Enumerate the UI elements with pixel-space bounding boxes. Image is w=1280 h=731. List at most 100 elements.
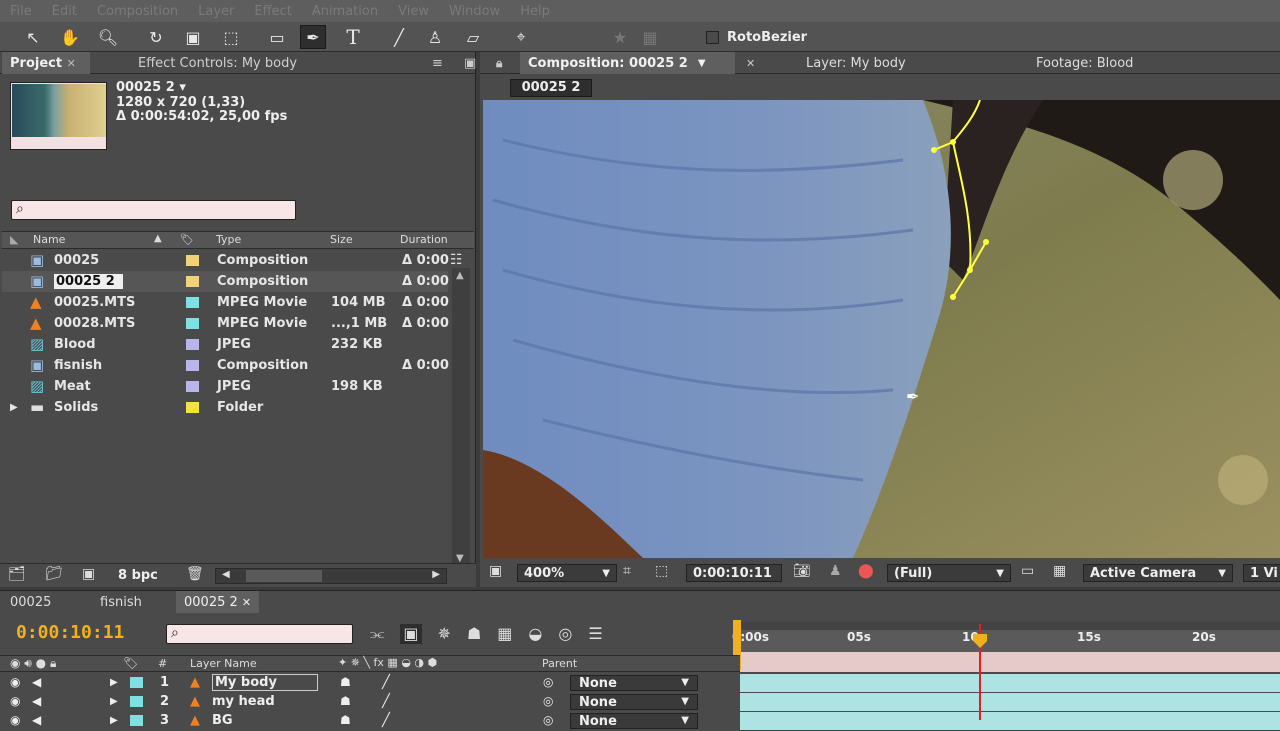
layer-row[interactable]: ◉ ◀ ▶ 2 ▲ my head ☗ ╱ ◎ None ▼ (0, 693, 740, 712)
region-of-interest-icon[interactable]: ▭ (1021, 563, 1034, 579)
scroll-up-icon[interactable]: ▲ (456, 270, 464, 281)
shy-switch-icon[interactable]: ☗ (340, 713, 351, 727)
layer-name[interactable]: BG (212, 713, 233, 728)
pick-whip-icon[interactable]: ◎ (543, 713, 553, 727)
rotobezier-checkbox[interactable] (706, 31, 719, 44)
visibility-eye-icon[interactable]: ◉ (10, 713, 20, 727)
tab-layer[interactable]: Layer: My body (798, 52, 914, 74)
layer-duration-bar[interactable] (740, 674, 1280, 692)
pan-behind-tool-icon[interactable]: ⬚ (218, 25, 244, 49)
close-icon[interactable]: ✕ (67, 57, 76, 70)
graph-editor-icon[interactable]: ☰ (588, 624, 602, 644)
label-swatch[interactable] (186, 360, 199, 371)
layer-name[interactable]: my head (212, 694, 275, 709)
project-item-row[interactable]: ▲ 00028.MTS MPEG Movie ...,1 MB Δ 0:00 (2, 313, 449, 334)
work-area-bar[interactable] (740, 652, 1280, 672)
menu-window[interactable]: Window (449, 4, 500, 19)
flowchart-icon[interactable]: ☷ (450, 252, 463, 268)
project-item-row[interactable]: ▲ 00025.MTS MPEG Movie 104 MB Δ 0:00 (2, 292, 449, 313)
type-tool-icon[interactable]: T (340, 25, 366, 49)
visibility-eye-icon[interactable]: ◉ (10, 675, 20, 689)
resolution-dropdown[interactable]: (Full) ▼ (887, 564, 1011, 582)
label-swatch[interactable] (186, 381, 199, 392)
layer-duration-bar[interactable] (740, 712, 1280, 730)
column-layer-name[interactable]: Layer Name (190, 657, 257, 670)
expand-arrow-icon[interactable]: ▶ (110, 677, 118, 688)
chevron-down-icon[interactable]: ▼ (681, 715, 689, 726)
column-parent[interactable]: Parent (542, 657, 577, 670)
scroll-right-icon[interactable]: ▶ (432, 569, 440, 580)
column-name[interactable]: Name (33, 233, 65, 246)
audio-speaker-icon[interactable]: ◀ (32, 675, 41, 689)
parent-dropdown[interactable]: None ▼ (570, 675, 698, 691)
comp-mini-flowchart-icon[interactable]: ⫘ (370, 624, 384, 644)
label-swatch[interactable] (186, 402, 199, 413)
chevron-down-icon[interactable]: ▼ (1218, 568, 1226, 579)
chevron-down-icon[interactable]: ▼ (681, 677, 689, 688)
selected-item-name[interactable]: 00025 2 ▾ (116, 80, 186, 95)
expand-arrow-icon[interactable]: ▶ (110, 715, 118, 726)
new-composition-icon[interactable]: ▣ (82, 566, 95, 582)
lock-icon[interactable]: 🔒︎ (488, 52, 510, 74)
close-icon[interactable]: ✕ (738, 52, 763, 74)
tab-footage[interactable]: Footage: Blood (1028, 52, 1141, 74)
current-time-display[interactable]: 0:00:10:11 (686, 564, 782, 582)
magnification-dropdown[interactable]: 400% ▼ (517, 564, 617, 582)
rotobezier-option[interactable]: RotoBezier (706, 30, 807, 45)
bit-depth-button[interactable]: 8 bpc (118, 568, 158, 583)
column-duration[interactable]: Duration (400, 233, 448, 246)
clone-stamp-tool-icon[interactable]: ♙ (422, 25, 448, 49)
camera-tool-icon[interactable]: ▣ (180, 25, 206, 49)
column-type[interactable]: Type (216, 233, 241, 246)
eraser-tool-icon[interactable]: ▱ (460, 25, 486, 49)
brush-tool-icon[interactable]: ╱ (386, 25, 412, 49)
panel-menu-icon[interactable]: ≡ (424, 52, 451, 74)
audio-speaker-icon[interactable]: ◀ (32, 713, 41, 727)
sort-ascending-icon[interactable]: ▲ (154, 233, 162, 244)
chevron-down-icon[interactable]: ▼ (698, 58, 706, 69)
show-snapshot-icon[interactable]: ♟ (829, 563, 842, 579)
tab-timeline-00025[interactable]: 00025 (2, 591, 59, 613)
mask-visibility-icon[interactable]: ⬚ (655, 563, 668, 579)
tab-effect-controls[interactable]: Effect Controls: My body (130, 52, 305, 74)
channel-icon[interactable]: ⬤ (858, 563, 874, 579)
shy-layers-icon[interactable]: ☗ (467, 624, 481, 644)
pen-tool-icon[interactable]: ✒ (300, 25, 326, 49)
pick-whip-icon[interactable]: ◎ (543, 694, 553, 708)
draft-3d-icon[interactable]: ✵ (438, 624, 451, 644)
trash-icon[interactable]: 🗑︎ (186, 566, 204, 582)
project-scrollbar[interactable]: ▲ ▼ (452, 268, 470, 566)
shy-switch-icon[interactable]: ☗ (340, 694, 351, 708)
project-search-input[interactable]: ⌕ (11, 200, 296, 220)
project-item-row[interactable]: ▣ 00025 Composition Δ 0:00 (2, 250, 449, 271)
label-swatch[interactable] (186, 339, 199, 350)
tab-timeline-fisnish[interactable]: fisnish (92, 591, 150, 613)
transparency-grid-icon[interactable]: ▦ (1053, 563, 1066, 579)
label-swatch[interactable] (186, 276, 199, 287)
menu-effect[interactable]: Effect (254, 4, 291, 19)
puppet-pin-tool-icon[interactable]: ⌖ (508, 25, 534, 49)
layer-name[interactable]: My body (212, 674, 318, 691)
label-swatch[interactable] (186, 297, 199, 308)
menu-composition[interactable]: Composition (97, 4, 178, 19)
project-item-row[interactable]: ▨ Meat JPEG 198 KB (2, 376, 448, 397)
project-item-row[interactable]: ▣ fisnish Composition Δ 0:00 (2, 355, 449, 376)
hand-tool-icon[interactable]: ✋ (57, 25, 83, 49)
scroll-thumb[interactable] (246, 570, 322, 582)
menu-view[interactable]: View (398, 4, 429, 19)
label-swatch[interactable] (130, 715, 143, 726)
menu-file[interactable]: File (10, 4, 32, 19)
camera-dropdown[interactable]: Active Camera ▼ (1083, 564, 1233, 582)
label-swatch[interactable] (186, 318, 199, 329)
horizontal-scrollbar[interactable]: ◀ ▶ (215, 568, 447, 584)
project-item-row[interactable]: ▶ ▬ Solids Folder (2, 397, 448, 418)
pick-whip-icon[interactable]: ◎ (543, 675, 553, 689)
close-icon[interactable]: ✕ (242, 596, 251, 609)
menu-animation[interactable]: Animation (312, 4, 378, 19)
view-layout-dropdown[interactable]: 1 Vi (1243, 564, 1280, 582)
tab-timeline-00025-2[interactable]: 00025 2 ✕ (176, 591, 260, 613)
always-preview-icon[interactable]: ▣ (489, 563, 502, 579)
interpret-footage-icon[interactable]: 🗂︎ (8, 566, 26, 582)
timeline-search-input[interactable]: ⌕ (166, 624, 353, 644)
zoom-tool-icon[interactable]: 🔍︎ (95, 25, 121, 49)
